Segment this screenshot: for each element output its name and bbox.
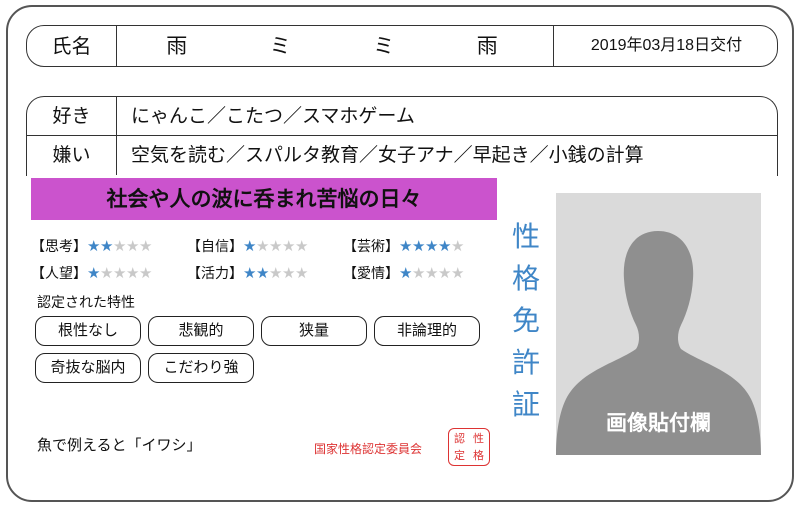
star-rating: ★ ★ ★ ★ ★ bbox=[243, 265, 308, 281]
trait-badge: 悲観的 bbox=[148, 316, 254, 346]
star-empty-icon: ★ bbox=[425, 263, 439, 282]
trait-badge: 奇抜な脳内 bbox=[35, 353, 141, 383]
seal-char: 認 bbox=[454, 432, 465, 445]
card-title-vertical: 性 格 免 許 証 bbox=[506, 218, 546, 424]
stat-item: 【自信】 ★ ★ ★ ★ ★ bbox=[187, 236, 343, 256]
name-char: 雨 bbox=[476, 34, 498, 58]
title-char: 格 bbox=[511, 262, 540, 295]
stat-item: 【芸術】 ★ ★ ★ ★ ★ bbox=[343, 236, 499, 256]
photo-area: 画像貼付欄 bbox=[556, 193, 761, 455]
fish-comparison: 魚で例えると「イワシ」 bbox=[37, 436, 202, 454]
issue-date: 2019年03月18日交付 bbox=[590, 37, 743, 54]
title-char: 性 bbox=[511, 220, 540, 253]
stat-name: 【思考】 bbox=[31, 238, 87, 255]
star-empty-icon: ★ bbox=[451, 263, 465, 282]
name-char: 雨 bbox=[166, 34, 188, 58]
stats-grid: 【思考】 ★ ★ ★ ★ ★ 【自信】 ★ ★ ★ ★ ★ 【芸術】 ★ ★ ★ ★ ★ 【人望】 ★ ★… bbox=[31, 232, 501, 286]
name-char: ミ bbox=[269, 34, 291, 58]
star-filled-icon: ★ bbox=[100, 236, 114, 255]
likes-row: 好き にゃんこ／こたつ／スマホゲーム bbox=[27, 97, 777, 136]
star-empty-icon: ★ bbox=[451, 236, 465, 255]
traits-label: 認定された特性 bbox=[37, 295, 135, 311]
star-empty-icon: ★ bbox=[113, 236, 127, 255]
trait-badge: 非論理的 bbox=[374, 316, 480, 346]
star-empty-icon: ★ bbox=[282, 236, 296, 255]
star-rating: ★ ★ ★ ★ ★ bbox=[243, 238, 308, 254]
name-row: 氏名 雨 ミ ミ 雨 2019年03月18日交付 bbox=[26, 25, 778, 67]
star-filled-icon: ★ bbox=[243, 263, 257, 282]
dislikes-row: 嫌い 空気を読む／スパルタ教育／女子アナ／早起き／小銭の計算 bbox=[27, 136, 777, 175]
star-empty-icon: ★ bbox=[100, 263, 114, 282]
star-filled-icon: ★ bbox=[87, 236, 101, 255]
committee-name: 国家性格認定委員会 bbox=[314, 442, 423, 456]
seal-char: 性 bbox=[473, 432, 484, 445]
star-empty-icon: ★ bbox=[295, 263, 309, 282]
star-filled-icon: ★ bbox=[256, 263, 270, 282]
star-rating: ★ ★ ★ ★ ★ bbox=[399, 238, 464, 254]
seal-char: 定 bbox=[454, 449, 465, 462]
star-rating: ★ ★ ★ ★ ★ bbox=[399, 265, 464, 281]
likes-value: にゃんこ／こたつ／スマホゲーム bbox=[131, 105, 415, 127]
stat-item: 【人望】 ★ ★ ★ ★ ★ bbox=[31, 263, 187, 283]
preferences-table: 好き にゃんこ／こたつ／スマホゲーム 嫌い 空気を読む／スパルタ教育／女子アナ／… bbox=[26, 96, 778, 176]
stats-row: 【人望】 ★ ★ ★ ★ ★ 【活力】 ★ ★ ★ ★ ★ 【愛情】 ★ ★ ★ ★ ★ bbox=[31, 259, 501, 286]
trait-badge: こだわり強 bbox=[148, 353, 254, 383]
star-empty-icon: ★ bbox=[126, 263, 140, 282]
title-char: 許 bbox=[511, 346, 540, 379]
star-empty-icon: ★ bbox=[269, 263, 283, 282]
stat-name: 【芸術】 bbox=[343, 238, 399, 255]
star-empty-icon: ★ bbox=[282, 263, 296, 282]
star-filled-icon: ★ bbox=[243, 236, 257, 255]
trait-badge: 根性なし bbox=[35, 316, 141, 346]
stat-name: 【自信】 bbox=[187, 238, 243, 255]
star-empty-icon: ★ bbox=[139, 263, 153, 282]
star-empty-icon: ★ bbox=[126, 236, 140, 255]
seal-char: 格 bbox=[473, 449, 484, 462]
star-filled-icon: ★ bbox=[438, 236, 452, 255]
dislikes-label: 嫌い bbox=[27, 136, 117, 175]
stat-name: 【人望】 bbox=[31, 265, 87, 282]
star-filled-icon: ★ bbox=[412, 236, 426, 255]
star-empty-icon: ★ bbox=[438, 263, 452, 282]
dislikes-value: 空気を読む／スパルタ教育／女子アナ／早起き／小銭の計算 bbox=[131, 144, 644, 166]
name-char: ミ bbox=[373, 34, 395, 58]
star-empty-icon: ★ bbox=[139, 236, 153, 255]
title-char: 証 bbox=[511, 388, 540, 421]
stat-item: 【愛情】 ★ ★ ★ ★ ★ bbox=[343, 263, 499, 283]
name-label: 氏名 bbox=[27, 26, 117, 66]
seal-stamp: 認 定 性 格 bbox=[448, 428, 490, 466]
stat-item: 【活力】 ★ ★ ★ ★ ★ bbox=[187, 263, 343, 283]
star-filled-icon: ★ bbox=[425, 236, 439, 255]
star-filled-icon: ★ bbox=[399, 236, 413, 255]
photo-label: 画像貼付欄 bbox=[606, 411, 711, 435]
star-empty-icon: ★ bbox=[295, 236, 309, 255]
stats-row: 【思考】 ★ ★ ★ ★ ★ 【自信】 ★ ★ ★ ★ ★ 【芸術】 ★ ★ ★ ★ ★ bbox=[31, 232, 501, 259]
star-filled-icon: ★ bbox=[87, 263, 101, 282]
star-empty-icon: ★ bbox=[412, 263, 426, 282]
trait-badge: 狭量 bbox=[261, 316, 367, 346]
star-rating: ★ ★ ★ ★ ★ bbox=[87, 238, 152, 254]
star-empty-icon: ★ bbox=[256, 236, 270, 255]
stat-item: 【思考】 ★ ★ ★ ★ ★ bbox=[31, 236, 187, 256]
traits-list: 根性なし 悲観的 狭量 非論理的 奇抜な脳内 こだわり強 bbox=[35, 316, 495, 383]
star-empty-icon: ★ bbox=[113, 263, 127, 282]
likes-label: 好き bbox=[27, 97, 117, 135]
star-filled-icon: ★ bbox=[399, 263, 413, 282]
stat-name: 【活力】 bbox=[187, 265, 243, 282]
tagline-banner: 社会や人の波に呑まれ苦悩の日々 bbox=[31, 178, 497, 220]
star-empty-icon: ★ bbox=[269, 236, 283, 255]
stat-name: 【愛情】 bbox=[343, 265, 399, 282]
name-value: 雨 ミ ミ 雨 bbox=[117, 26, 554, 66]
title-char: 免 bbox=[511, 304, 540, 337]
star-rating: ★ ★ ★ ★ ★ bbox=[87, 265, 152, 281]
